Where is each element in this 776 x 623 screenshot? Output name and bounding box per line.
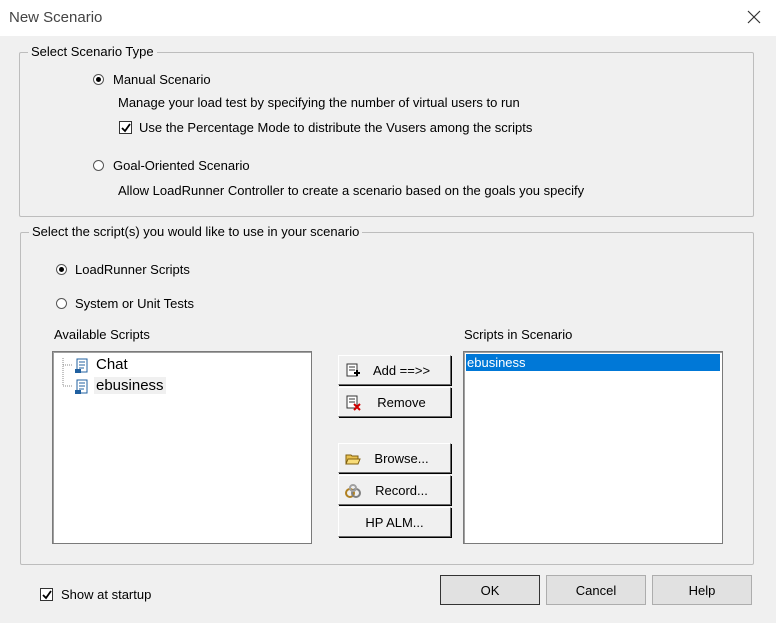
tree-item-label: Chat [96, 356, 128, 373]
tree-item-label: ebusiness [94, 377, 166, 394]
loadrunner-scripts-radio[interactable] [56, 264, 67, 275]
available-scripts-tree[interactable]: Chat ebusiness [52, 351, 312, 544]
system-unit-tests-label[interactable]: System or Unit Tests [75, 296, 194, 311]
record-label: Record... [375, 483, 428, 498]
cancel-label: Cancel [575, 582, 617, 598]
list-item[interactable]: ebusiness [466, 354, 720, 371]
percentage-mode-label[interactable]: Use the Percentage Mode to distribute th… [139, 120, 532, 135]
ok-label: OK [480, 582, 500, 598]
scenario-type-legend: Select Scenario Type [28, 44, 157, 60]
goal-oriented-radio[interactable] [93, 160, 104, 171]
remove-script-label: Remove [377, 395, 426, 410]
checkmark-icon [42, 590, 52, 600]
show-at-startup-checkbox[interactable] [40, 588, 53, 601]
record-button[interactable]: Record... [338, 475, 451, 505]
help-label: Help [688, 582, 716, 598]
ok-button[interactable]: OK [440, 575, 540, 605]
cancel-button[interactable]: Cancel [546, 575, 646, 605]
scripts-in-scenario-label: Scripts in Scenario [464, 327, 573, 342]
close-icon[interactable] [745, 8, 763, 26]
loadrunner-scripts-label[interactable]: LoadRunner Scripts [75, 262, 190, 277]
manual-scenario-label[interactable]: Manual Scenario [113, 72, 211, 87]
percentage-mode-checkbox[interactable] [119, 121, 132, 134]
system-unit-tests-radio[interactable] [56, 298, 67, 309]
add-script-button[interactable]: Add ==>> [338, 355, 451, 385]
add-script-label: Add ==>> [372, 363, 431, 378]
script-icon [75, 379, 88, 394]
checkmark-icon [121, 123, 131, 133]
goal-oriented-description: Allow LoadRunner Controller to create a … [118, 183, 585, 198]
help-button[interactable]: Help [652, 575, 752, 605]
window-title: New Scenario [9, 9, 103, 26]
hp-alm-label: HP ALM... [365, 514, 424, 530]
goal-oriented-label[interactable]: Goal-Oriented Scenario [113, 158, 250, 173]
browse-label: Browse... [374, 451, 429, 466]
hp-alm-button[interactable]: HP ALM... [338, 507, 451, 537]
list-item-label: ebusiness [467, 355, 526, 370]
scripts-legend: Select the script(s) you would like to u… [29, 224, 363, 240]
title-bar: New Scenario [0, 0, 776, 36]
remove-script-button[interactable]: Remove [338, 387, 451, 417]
script-icon [75, 358, 88, 373]
manual-scenario-radio[interactable] [93, 74, 104, 85]
browse-button[interactable]: Browse... [338, 443, 451, 473]
scripts-in-scenario-list[interactable]: ebusiness [463, 351, 723, 544]
available-scripts-label: Available Scripts [54, 327, 150, 342]
show-at-startup-label[interactable]: Show at startup [61, 587, 151, 602]
manual-scenario-description: Manage your load test by specifying the … [118, 95, 520, 110]
